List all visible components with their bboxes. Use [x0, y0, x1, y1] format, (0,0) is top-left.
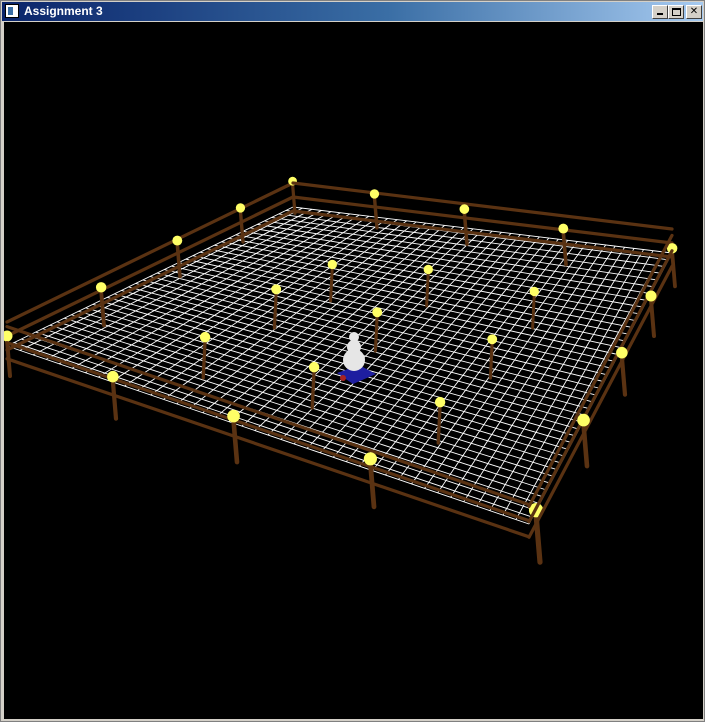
grid-line — [476, 248, 635, 507]
app-window: Assignment 3 ✕ — [0, 0, 705, 722]
lamp-post — [436, 403, 442, 445]
fence-post — [110, 378, 119, 421]
lamp-post — [531, 292, 536, 330]
fence-rail — [291, 181, 674, 231]
maximize-icon — [672, 8, 681, 16]
fence-post — [372, 195, 379, 230]
lamp-post — [425, 270, 430, 308]
fence-post — [649, 298, 656, 338]
opengl-viewport[interactable] — [4, 22, 703, 719]
close-button[interactable]: ✕ — [686, 5, 702, 19]
lamp-bulb — [577, 413, 590, 427]
fence-back — [4, 176, 678, 378]
lamp-bulb — [369, 189, 380, 199]
lamp-bulb — [434, 396, 446, 408]
minimize-button[interactable] — [652, 5, 668, 19]
snowman-head — [349, 332, 359, 342]
app-window-icon[interactable] — [5, 4, 19, 18]
lamp-bulb — [271, 284, 282, 295]
fence-rail — [527, 233, 674, 508]
minimize-icon — [657, 13, 663, 15]
lamp-bulb — [487, 334, 498, 345]
lamp-post — [272, 290, 278, 330]
grid-line — [35, 331, 544, 498]
lamp-bulb — [459, 204, 470, 214]
grid-line — [42, 328, 548, 491]
grid-line — [489, 249, 644, 511]
lamp-bulb — [172, 235, 183, 246]
snowman — [337, 332, 376, 384]
lamp-bulb — [423, 264, 433, 275]
snowman-feet — [340, 375, 346, 381]
fence-post — [99, 289, 106, 328]
lamp-bulb — [95, 282, 107, 293]
lamp-post — [329, 265, 334, 303]
ground-grid — [6, 206, 673, 525]
fence-rail — [5, 209, 295, 352]
lamp-bulb — [235, 203, 246, 213]
lamp-bulb — [372, 307, 383, 318]
title-bar[interactable]: Assignment 3 ✕ — [2, 2, 703, 21]
window-title: Assignment 3 — [24, 4, 103, 18]
snowman-torso — [347, 340, 361, 354]
lamp-post — [373, 313, 379, 353]
lamp-bulb — [327, 259, 337, 270]
lamp-bulb — [107, 370, 119, 383]
lamp-bulb — [529, 286, 539, 297]
maximize-button[interactable] — [668, 5, 684, 19]
fence-front — [5, 233, 674, 565]
fence-post — [231, 418, 240, 465]
fence-rail — [5, 341, 531, 523]
lamp-post — [488, 340, 494, 380]
fence-post — [619, 354, 628, 397]
fence-rail — [5, 357, 531, 539]
lamp-bulb — [645, 290, 657, 302]
fence-post — [367, 461, 377, 510]
lamp-bulb — [616, 346, 628, 359]
fence-post — [175, 242, 182, 279]
lamp-bulb — [199, 331, 211, 343]
fence-rail — [5, 325, 531, 507]
scene-canvas — [4, 22, 703, 719]
lamp-bulb — [227, 409, 240, 423]
fence-post — [670, 250, 677, 289]
close-icon: ✕ — [689, 6, 699, 17]
lamp-post — [310, 368, 316, 410]
lamp-bulb — [363, 452, 377, 466]
lamp-post — [201, 338, 207, 380]
lamp-bulb — [4, 330, 13, 342]
lamp-bulb — [308, 361, 320, 373]
lamp-bulb — [558, 223, 569, 234]
